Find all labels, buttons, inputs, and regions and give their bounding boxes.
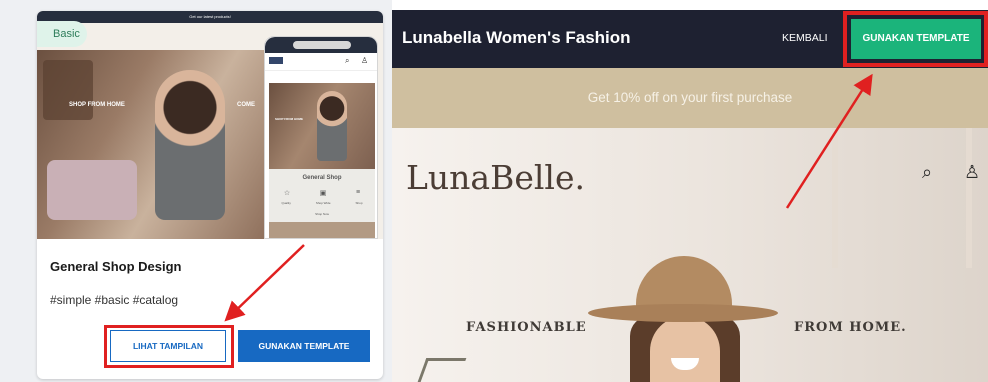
highlight-box-preview-button bbox=[104, 325, 234, 368]
template-title: General Shop Design bbox=[50, 259, 182, 274]
mobile-bottom-image bbox=[269, 222, 375, 238]
user-icon[interactable]: ♙ bbox=[964, 162, 980, 183]
preview-hero-image: SHOP FROM HOME COME bbox=[37, 50, 265, 239]
hero-text-right: FROM HOME. bbox=[794, 320, 907, 335]
hero-text-right: COME bbox=[237, 102, 255, 108]
mobile-shop-label: Quality bbox=[281, 201, 291, 205]
promo-banner: Get 10% off on your first purchase bbox=[392, 68, 988, 128]
site-logo[interactable]: LunaBelle. bbox=[406, 158, 585, 197]
preview-topbar: Get our latest products! bbox=[37, 11, 383, 23]
mobile-shop-now: Shop Now bbox=[315, 212, 329, 216]
mobile-preview: ⌕ ♙ SHOP FROM HOME General Shop ☆ ▣ ≡ Qu… bbox=[264, 36, 378, 239]
highlight-box-use-button bbox=[843, 11, 988, 67]
hero-text-left: SHOP FROM HOME bbox=[69, 102, 125, 108]
search-icon[interactable]: ⌕ bbox=[922, 162, 932, 183]
hero-section: LunaBelle. ⌕ ♙ FASHIONABLE FROM HOME. bbox=[392, 128, 988, 382]
hero-model-hat-brim bbox=[588, 304, 778, 322]
template-preview-thumbnail[interactable]: Get our latest products! SHOP FROM HOME … bbox=[37, 11, 383, 239]
use-template-button[interactable]: GUNAKAN TEMPLATE bbox=[238, 330, 370, 362]
hero-text-left: FASHIONABLE bbox=[466, 320, 587, 335]
hero-shelf-image bbox=[43, 60, 93, 120]
hero-plant-image bbox=[417, 358, 467, 382]
hero-window-image bbox=[832, 128, 972, 268]
back-button[interactable]: KEMBALI bbox=[782, 32, 828, 44]
menu-icon: ≡ bbox=[356, 189, 361, 196]
mobile-shop-label: Shop bbox=[355, 201, 363, 205]
hero-pillow-image bbox=[47, 160, 137, 220]
basic-badge: Basic bbox=[37, 21, 87, 47]
mobile-hero-text: SHOP FROM HOME bbox=[275, 117, 303, 121]
search-icon: ⌕ bbox=[345, 56, 350, 65]
hero-model-face bbox=[650, 316, 720, 382]
mobile-hero-image: SHOP FROM HOME bbox=[269, 83, 375, 169]
mobile-url-bar bbox=[293, 41, 351, 49]
mobile-shop-title: General Shop bbox=[302, 175, 342, 181]
mobile-shop-labels: Quality Shop Wide Shop bbox=[269, 201, 375, 205]
mobile-hero-person bbox=[317, 91, 347, 161]
mobile-shop-label: Shop Wide bbox=[315, 201, 331, 205]
mobile-logo bbox=[269, 57, 283, 64]
mobile-shop-icons: ☆ ▣ ≡ bbox=[269, 189, 375, 197]
hero-person-image bbox=[155, 70, 225, 220]
mobile-browser-bar bbox=[265, 37, 377, 53]
template-tags: #simple #basic #catalog bbox=[50, 293, 179, 307]
user-icon: ♙ bbox=[361, 56, 369, 65]
box-icon: ▣ bbox=[319, 190, 327, 197]
template-card[interactable]: Get our latest products! SHOP FROM HOME … bbox=[37, 11, 383, 379]
star-icon: ☆ bbox=[283, 190, 291, 197]
preview-title: Lunabella Women's Fashion bbox=[402, 28, 631, 47]
mobile-nav: ⌕ ♙ bbox=[265, 53, 377, 71]
